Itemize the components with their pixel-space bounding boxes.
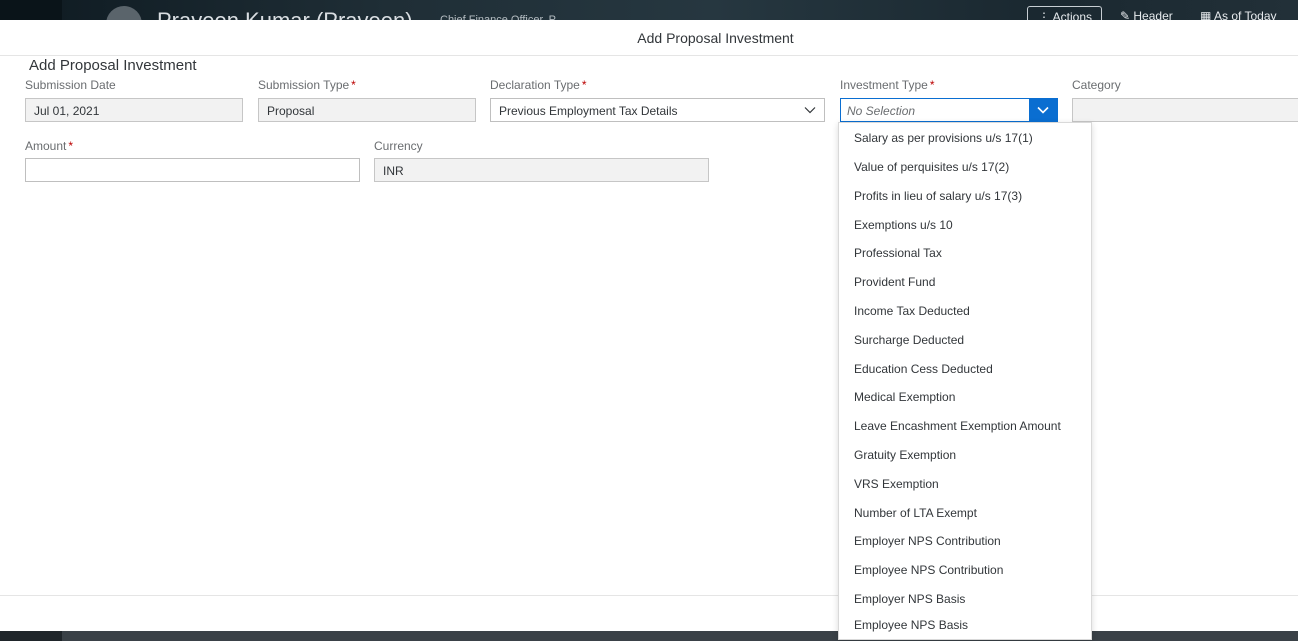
declaration-type-value: Previous Employment Tax Details [499,104,678,118]
list-item[interactable]: Exemptions u/s 10 [854,218,953,232]
investment-type-dropdown-list: Salary as per provisions u/s 17(1) Value… [838,122,1092,640]
list-item[interactable]: Professional Tax [854,246,942,260]
dialog-header: Add Proposal Investment [0,20,1298,56]
list-item[interactable]: Profits in lieu of salary u/s 17(3) [854,189,1022,203]
required-marker: * [351,78,356,92]
category-label: Category [1072,78,1121,92]
amount-label: Amount * [25,139,73,153]
list-item[interactable]: Value of perquisites u/s 17(2) [854,160,1009,174]
list-item[interactable]: Employee NPS Basis [854,618,968,632]
currency-value: INR [383,164,404,178]
list-item[interactable]: Employer NPS Contribution [854,534,1001,548]
list-item[interactable]: Education Cess Deducted [854,362,993,376]
list-item[interactable]: Income Tax Deducted [854,304,970,318]
investment-type-placeholder: No Selection [847,104,916,118]
list-item[interactable]: Provident Fund [854,275,935,289]
chevron-down-icon [1037,106,1049,114]
background-left-bar [0,0,62,20]
currency-field[interactable]: INR [374,158,709,182]
declaration-type-label: Declaration Type * [490,78,587,92]
add-proposal-investment-dialog: Add Proposal Investment Add Proposal Inv… [0,20,1298,631]
dialog-title: Add Proposal Investment [637,30,794,46]
investment-type-label: Investment Type * [840,78,935,92]
declaration-type-select[interactable]: Previous Employment Tax Details [490,98,825,122]
submission-date-label: Submission Date [25,78,116,92]
dialog-footer-divider [0,595,1298,596]
list-item[interactable]: Employee NPS Contribution [854,563,1003,577]
list-item[interactable]: VRS Exemption [854,477,939,491]
background-app-header: Praveen Kumar (Praveen) Chief Finance Of… [0,0,1298,42]
submission-type-label-text: Submission Type [258,78,350,92]
currency-label-text: Currency [374,139,423,153]
submission-date-value: Jul 01, 2021 [34,104,100,118]
list-item[interactable]: Gratuity Exemption [854,448,956,462]
category-label-text: Category [1072,78,1121,92]
list-item[interactable]: Salary as per provisions u/s 17(1) [854,131,1033,145]
list-item[interactable]: Surcharge Deducted [854,333,964,347]
submission-type-label: Submission Type * [258,78,356,92]
background-footer-left-bar [0,631,62,641]
required-marker: * [581,78,587,92]
list-item[interactable]: Leave Encashment Exemption Amount [854,419,1061,433]
declaration-type-label-text: Declaration Type [490,78,580,92]
section-title: Add Proposal Investment [29,57,197,74]
background-app-footer [0,631,1298,641]
required-marker: * [68,139,74,153]
submission-type-field[interactable]: Proposal [258,98,476,122]
list-item[interactable]: Employer NPS Basis [854,592,965,606]
chevron-down-icon [804,107,816,114]
list-item[interactable]: Medical Exemption [854,390,955,404]
investment-type-dropdown-button[interactable] [1029,99,1057,121]
currency-label: Currency [374,139,423,153]
amount-label-text: Amount [25,139,67,153]
amount-input[interactable] [25,158,360,182]
submission-type-value: Proposal [267,104,315,118]
submission-date-field[interactable]: Jul 01, 2021 [25,98,243,122]
investment-type-combobox[interactable]: No Selection [840,98,1058,122]
investment-type-label-text: Investment Type [840,78,928,92]
required-marker: * [929,78,935,92]
category-field[interactable] [1072,98,1298,122]
submission-date-label-text: Submission Date [25,78,116,92]
list-item[interactable]: Number of LTA Exempt [854,506,977,520]
